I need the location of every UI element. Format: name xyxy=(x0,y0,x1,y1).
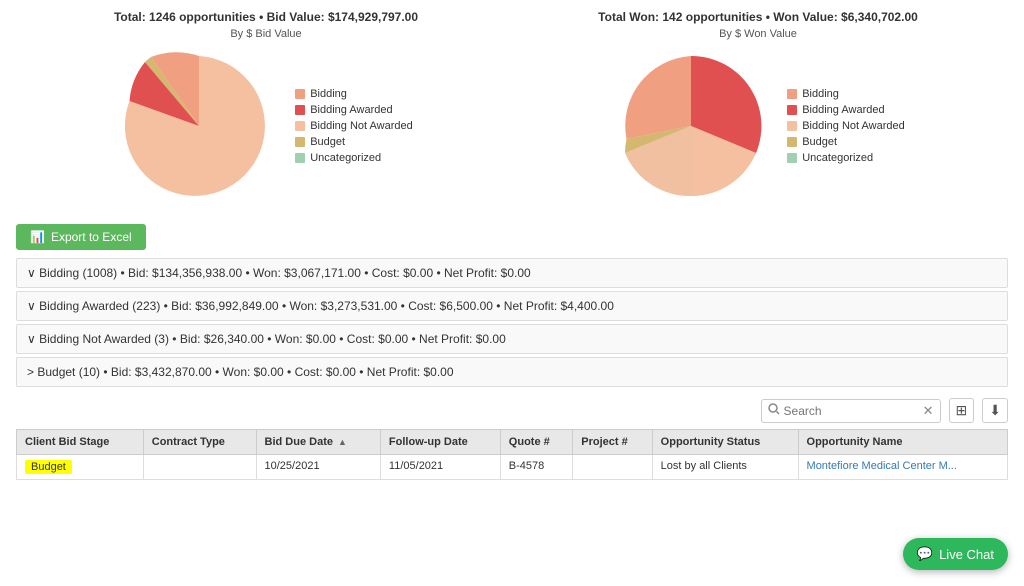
grid-view-button[interactable]: ⊞ xyxy=(949,398,975,423)
right-legend: Bidding Bidding Awarded Bidding Not Awar… xyxy=(787,88,905,164)
group-row-bidding-not-awarded-label: ∨ Bidding Not Awarded (3) • Bid: $26,340… xyxy=(27,332,506,346)
group-row-bidding-awarded-label: ∨ Bidding Awarded (223) • Bid: $36,992,8… xyxy=(27,299,614,313)
excel-icon: 📊 xyxy=(30,230,45,244)
legend-item-bidding-awarded: Bidding Awarded xyxy=(295,104,413,116)
left-pie-chart xyxy=(119,46,279,206)
budget-badge: Budget xyxy=(25,460,72,474)
group-row-bidding-awarded[interactable]: ∨ Bidding Awarded (223) • Bid: $36,992,8… xyxy=(16,291,1008,321)
col-header-opp-name[interactable]: Opportunity Name xyxy=(798,430,1007,455)
right-legend-label-bidding-not-awarded: Bidding Not Awarded xyxy=(802,120,905,132)
right-legend-color-uncategorized xyxy=(787,153,797,163)
live-chat-label: Live Chat xyxy=(939,547,994,562)
legend-color-bidding-not-awarded xyxy=(295,121,305,131)
right-legend-color-bidding xyxy=(787,89,797,99)
left-legend: Bidding Bidding Awarded Bidding Not Awar… xyxy=(295,88,413,164)
right-legend-item-bidding-awarded: Bidding Awarded xyxy=(787,104,905,116)
live-chat-button[interactable]: 💬 Live Chat xyxy=(903,538,1008,570)
col-header-opp-status[interactable]: Opportunity Status xyxy=(652,430,798,455)
right-legend-color-budget xyxy=(787,137,797,147)
table-header-row: Client Bid Stage Contract Type Bid Due D… xyxy=(17,430,1008,455)
left-chart-total: Total: 1246 opportunities • Bid Value: $… xyxy=(114,10,418,24)
cell-opp-status: Lost by all Clients xyxy=(652,455,798,480)
cell-followup-date: 11/05/2021 xyxy=(380,455,500,480)
chat-icon: 💬 xyxy=(917,546,933,562)
col-header-followup-date[interactable]: Follow-up Date xyxy=(380,430,500,455)
right-chart-subtitle: By $ Won Value xyxy=(719,28,797,40)
col-header-contract-type[interactable]: Contract Type xyxy=(143,430,256,455)
legend-label-uncategorized: Uncategorized xyxy=(310,152,381,164)
opp-name-link[interactable]: Montefiore Medical Center M... xyxy=(807,460,957,472)
cell-bid-due-date: 10/25/2021 xyxy=(256,455,380,480)
right-legend-item-budget: Budget xyxy=(787,136,905,148)
download-icon: ⬇ xyxy=(989,402,1001,418)
cell-client-bid-stage: Budget xyxy=(17,455,144,480)
cell-quote: B-4578 xyxy=(500,455,572,480)
right-chart-total: Total Won: 142 opportunities • Won Value… xyxy=(598,10,918,24)
right-legend-item-bidding: Bidding xyxy=(787,88,905,100)
group-row-bidding-label: ∨ Bidding (1008) • Bid: $134,356,938.00 … xyxy=(27,266,531,280)
sort-icon-bid-due-date: ▲ xyxy=(338,437,347,447)
col-header-client-bid-stage[interactable]: Client Bid Stage xyxy=(17,430,144,455)
grid-icon: ⊞ xyxy=(956,402,968,418)
group-row-budget[interactable]: > Budget (10) • Bid: $3,432,870.00 • Won… xyxy=(16,357,1008,387)
legend-item-uncategorized: Uncategorized xyxy=(295,152,413,164)
legend-color-bidding xyxy=(295,89,305,99)
group-row-bidding-not-awarded[interactable]: ∨ Bidding Not Awarded (3) • Bid: $26,340… xyxy=(16,324,1008,354)
legend-item-bidding-not-awarded: Bidding Not Awarded xyxy=(295,120,413,132)
groups-section: ∨ Bidding (1008) • Bid: $134,356,938.00 … xyxy=(0,258,1024,387)
right-legend-label-budget: Budget xyxy=(802,136,837,148)
export-to-excel-button[interactable]: 📊 Export to Excel xyxy=(16,224,146,250)
export-btn-label: Export to Excel xyxy=(51,230,132,244)
left-chart-container: Total: 1246 opportunities • Bid Value: $… xyxy=(45,10,488,206)
legend-label-bidding-not-awarded: Bidding Not Awarded xyxy=(310,120,413,132)
table-toolbar: ✕ ⊞ ⬇ xyxy=(16,398,1008,423)
right-legend-label-bidding: Bidding xyxy=(802,88,839,100)
data-table: Client Bid Stage Contract Type Bid Due D… xyxy=(16,429,1008,480)
right-legend-color-bidding-awarded xyxy=(787,105,797,115)
legend-color-bidding-awarded xyxy=(295,105,305,115)
table-section: ✕ ⊞ ⬇ Client Bid Stage Contract Type Bid… xyxy=(0,390,1024,480)
right-legend-item-uncategorized: Uncategorized xyxy=(787,152,905,164)
right-legend-label-bidding-awarded: Bidding Awarded xyxy=(802,104,884,116)
group-row-bidding[interactable]: ∨ Bidding (1008) • Bid: $134,356,938.00 … xyxy=(16,258,1008,288)
cell-opp-name[interactable]: Montefiore Medical Center M... xyxy=(798,455,1007,480)
left-chart-inner: Bidding Bidding Awarded Bidding Not Awar… xyxy=(119,46,413,206)
legend-label-bidding: Bidding xyxy=(310,88,347,100)
right-chart-inner: Bidding Bidding Awarded Bidding Not Awar… xyxy=(611,46,905,206)
export-section: 📊 Export to Excel xyxy=(0,216,1024,258)
search-clear-icon[interactable]: ✕ xyxy=(923,403,934,419)
search-icon xyxy=(768,403,780,418)
table-row: Budget 10/25/2021 11/05/2021 B-4578 xyxy=(17,455,1008,480)
legend-item-budget: Budget xyxy=(295,136,413,148)
right-legend-item-bidding-not-awarded: Bidding Not Awarded xyxy=(787,120,905,132)
legend-label-budget: Budget xyxy=(310,136,345,148)
cell-contract-type xyxy=(143,455,256,480)
left-chart-subtitle: By $ Bid Value xyxy=(230,28,301,40)
legend-item-bidding: Bidding xyxy=(295,88,413,100)
right-pie-chart xyxy=(611,46,771,206)
col-header-project[interactable]: Project # xyxy=(573,430,652,455)
col-header-quote[interactable]: Quote # xyxy=(500,430,572,455)
legend-color-budget xyxy=(295,137,305,147)
download-button[interactable]: ⬇ xyxy=(982,398,1008,423)
right-legend-color-bidding-not-awarded xyxy=(787,121,797,131)
group-row-budget-label: > Budget (10) • Bid: $3,432,870.00 • Won… xyxy=(27,365,454,379)
search-input[interactable] xyxy=(784,404,923,418)
right-legend-label-uncategorized: Uncategorized xyxy=(802,152,873,164)
charts-section: Total: 1246 opportunities • Bid Value: $… xyxy=(0,0,1024,216)
col-header-bid-due-date[interactable]: Bid Due Date ▲ xyxy=(256,430,380,455)
legend-color-uncategorized xyxy=(295,153,305,163)
legend-label-bidding-awarded: Bidding Awarded xyxy=(310,104,392,116)
cell-project xyxy=(573,455,652,480)
right-chart-container: Total Won: 142 opportunities • Won Value… xyxy=(537,10,980,206)
search-box[interactable]: ✕ xyxy=(761,399,941,423)
